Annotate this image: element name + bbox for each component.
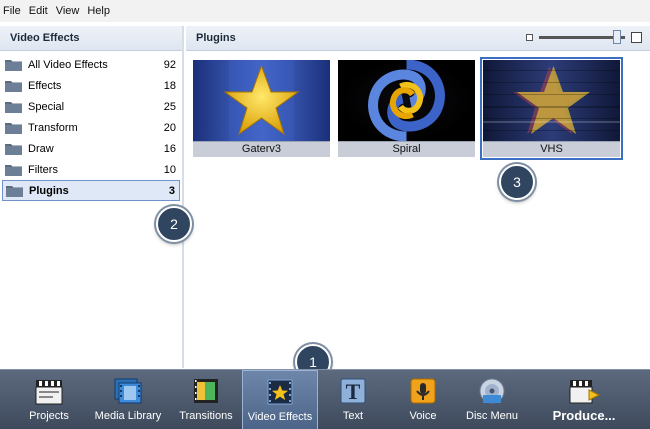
zoom-out-icon[interactable] [526, 34, 533, 41]
taskbar-media-library[interactable]: Media Library [92, 370, 164, 429]
effect-tile-gaterv3[interactable]: Gaterv3 [193, 60, 330, 157]
taskbar-label: Transitions [179, 410, 233, 422]
callout-badge-3: 3 [499, 164, 535, 200]
effects-panel-header: Plugins [186, 26, 650, 51]
category-list: All Video Effects 92 Effects 18 Special … [0, 51, 182, 201]
folder-icon [5, 144, 22, 155]
category-label: Plugins [29, 184, 69, 197]
category-label: All Video Effects [28, 58, 108, 71]
effect-thumbnail [338, 60, 475, 141]
category-count: 18 [163, 79, 176, 92]
effects-grid: Gaterv3 Spiral VHS [193, 57, 628, 160]
category-panel-title: Video Effects [0, 26, 182, 51]
category-label: Draw [28, 142, 54, 155]
menu-help[interactable]: Help [87, 5, 110, 17]
zoom-thumb[interactable] [613, 30, 621, 44]
category-label: Effects [28, 79, 62, 92]
category-label: Filters [28, 163, 58, 176]
effect-label: Gaterv3 [193, 141, 330, 157]
taskbar-label: Media Library [94, 410, 162, 422]
category-count: 92 [163, 58, 176, 71]
star-film-icon [267, 379, 293, 405]
folder-icon [5, 102, 22, 113]
effect-label: VHS [483, 141, 620, 157]
text-icon: T [340, 378, 366, 404]
taskbar-label: Voice [409, 410, 437, 422]
category-item-filters[interactable]: Filters 10 [2, 159, 180, 180]
film-icon [114, 378, 142, 404]
taskbar-produce[interactable]: Produce... [546, 370, 622, 429]
taskbar-disc-menu[interactable]: Disc Menu [460, 370, 524, 429]
category-count: 20 [163, 121, 176, 134]
effect-thumbnail [193, 60, 330, 141]
category-panel: Video Effects All Video Effects 92 Effec… [0, 26, 184, 368]
taskbar-text[interactable]: T Text [322, 370, 384, 429]
taskbar-label: Projects [29, 410, 69, 422]
effect-tile-spiral[interactable]: Spiral [338, 60, 475, 157]
disc-icon [479, 378, 505, 404]
category-count: 25 [163, 100, 176, 113]
taskbar-video-effects[interactable]: Video Effects [242, 370, 318, 429]
folder-icon [6, 186, 23, 197]
category-item-all[interactable]: All Video Effects 92 [2, 54, 180, 75]
taskbar-label: Video Effects [247, 411, 313, 423]
folder-icon [5, 123, 22, 134]
category-item-transform[interactable]: Transform 20 [2, 117, 180, 138]
category-count: 10 [163, 163, 176, 176]
produce-icon [569, 380, 601, 404]
category-item-special[interactable]: Special 25 [2, 96, 180, 117]
category-count: 16 [163, 142, 176, 155]
category-item-draw[interactable]: Draw 16 [2, 138, 180, 159]
effects-panel: Plugins Gaterv3 Spiral VHS [186, 26, 650, 368]
effect-thumbnail [483, 60, 620, 141]
category-count: 3 [168, 184, 175, 197]
zoom-slider[interactable] [526, 30, 642, 44]
menu-file[interactable]: File [3, 5, 21, 17]
taskbar: Projects Media Library Transitions Video… [0, 369, 650, 429]
taskbar-projects[interactable]: Projects [14, 370, 84, 429]
svg-text:T: T [346, 379, 361, 404]
taskbar-voice[interactable]: Voice [392, 370, 454, 429]
menu-edit[interactable]: Edit [29, 5, 48, 17]
callout-badge-2: 2 [156, 206, 192, 242]
effect-tile-vhs[interactable]: VHS [480, 57, 623, 160]
taskbar-label: Text [342, 410, 364, 422]
category-label: Special [28, 100, 65, 113]
zoom-in-icon[interactable] [631, 32, 642, 43]
zoom-track[interactable] [539, 30, 625, 44]
menu-bar: File Edit View Help [0, 0, 650, 22]
folder-icon [5, 165, 22, 176]
effects-panel-title: Plugins [196, 32, 236, 44]
category-item-effects[interactable]: Effects 18 [2, 75, 180, 96]
taskbar-label: Disc Menu [466, 410, 518, 422]
category-item-plugins[interactable]: Plugins 3 [2, 180, 180, 201]
taskbar-label: Produce... [552, 408, 616, 423]
taskbar-transitions[interactable]: Transitions [172, 370, 240, 429]
folder-icon [5, 60, 22, 71]
microphone-icon [410, 378, 436, 404]
effect-label: Spiral [338, 141, 475, 157]
category-label: Transform [28, 121, 78, 134]
folder-icon [5, 81, 22, 92]
transitions-icon [194, 379, 218, 403]
menu-view[interactable]: View [56, 5, 80, 17]
clapperboard-icon [35, 380, 63, 405]
